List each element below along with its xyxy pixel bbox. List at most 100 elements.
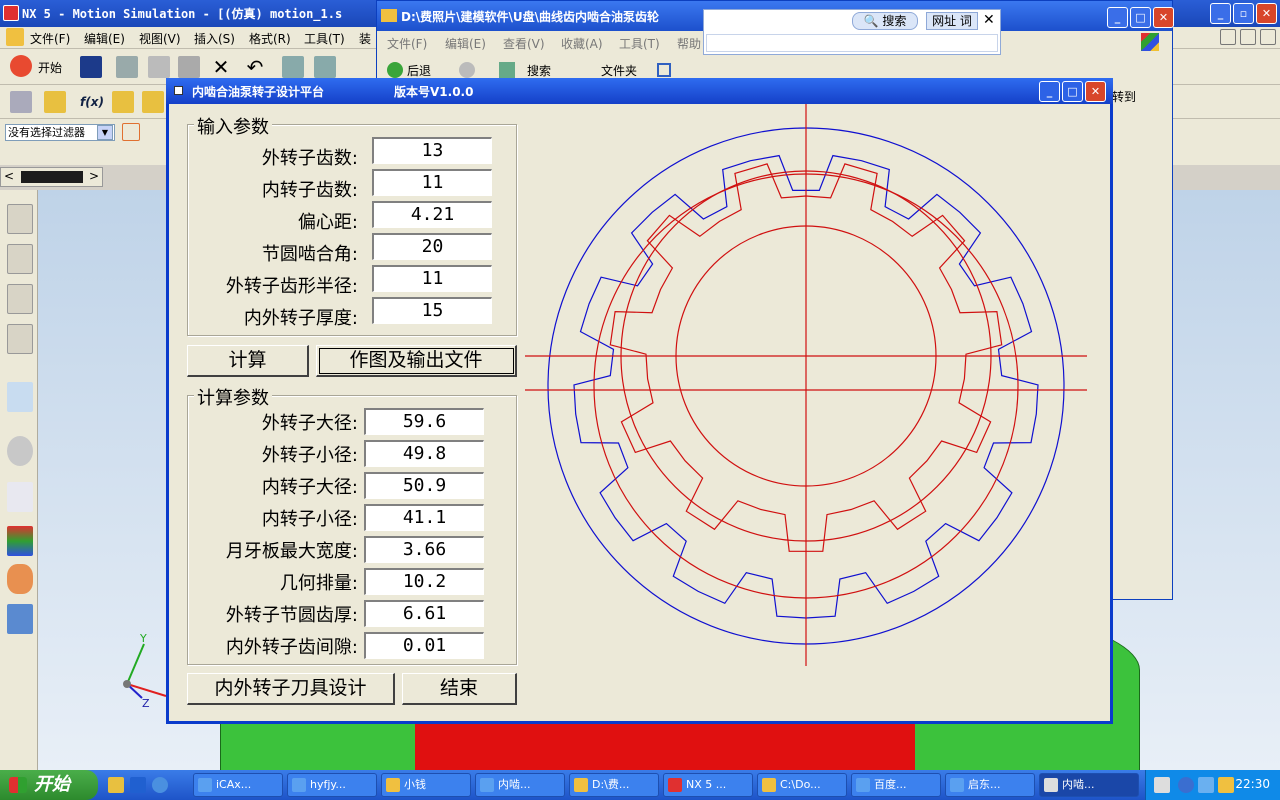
ruler-icon[interactable]	[112, 91, 134, 113]
paste-icon[interactable]	[178, 56, 200, 78]
nx-doc-restore-icon[interactable]	[1240, 29, 1256, 45]
assembly-navigator-icon[interactable]	[7, 244, 33, 274]
explorer-menu-tools[interactable]: 工具(T)	[619, 35, 660, 52]
reuse-library-icon[interactable]	[7, 482, 33, 512]
nx-restore-button[interactable]: ▫	[1233, 3, 1254, 24]
task-neinie-ie[interactable]: 内啮...	[475, 773, 565, 797]
task-nx5[interactable]: NX 5 ...	[663, 773, 753, 797]
undo-icon[interactable]: ↶	[244, 56, 266, 78]
measure-icon[interactable]	[44, 91, 66, 113]
snap-point-icon[interactable]	[122, 123, 140, 141]
nx-menu-tools[interactable]: 工具(T)	[304, 30, 345, 47]
nx-menu-assembly[interactable]: 装	[359, 30, 371, 47]
input-label-thickness: 内外转子厚度:	[243, 308, 358, 329]
go-to-button[interactable]: 转到	[1112, 88, 1136, 105]
slider-thumb[interactable]	[21, 171, 83, 183]
nx-menu-edit[interactable]: 编辑(E)	[84, 30, 125, 47]
forward-icon[interactable]	[459, 62, 475, 78]
task-explorer-c[interactable]: C:\Do...	[757, 773, 847, 797]
chevron-left-icon[interactable]: <	[4, 169, 14, 183]
nx-start-label[interactable]: 开始	[38, 59, 62, 76]
task-icax[interactable]: iCAx...	[193, 773, 283, 797]
cut-icon[interactable]	[116, 56, 138, 78]
task-xiaoqian[interactable]: 小钱	[381, 773, 471, 797]
roles-icon[interactable]	[7, 564, 33, 594]
nx-doc-minimize-icon[interactable]	[1220, 29, 1236, 45]
nx-menu-insert[interactable]: 插入(S)	[194, 30, 235, 47]
nx-start-icon[interactable]	[10, 55, 32, 77]
web-browser-icon[interactable]	[7, 382, 33, 412]
cutter-design-button[interactable]: 内外转子刀具设计	[187, 673, 395, 705]
nx-menu-view[interactable]: 视图(V)	[139, 30, 181, 47]
network-icon[interactable]	[1198, 777, 1214, 793]
nx-close-button[interactable]: ✕	[1256, 3, 1277, 24]
chevron-left-icon[interactable]	[1178, 777, 1194, 793]
output-label-displacement: 几何排量:	[279, 573, 358, 594]
task-rotor-dialog[interactable]: 内啮...	[1039, 773, 1139, 797]
dialog-titlebar: 内啮合油泵转子设计平台 版本号V1.0.0 _ □ ✕	[166, 78, 1113, 104]
views-icon[interactable]	[657, 63, 671, 77]
chevron-down-icon[interactable]: ▼	[97, 125, 113, 140]
part-navigator-icon[interactable]	[7, 324, 33, 354]
dialog-maximize-button[interactable]: □	[1062, 81, 1083, 102]
copy-icon[interactable]	[148, 56, 170, 78]
popup-url-button[interactable]: 网址 词	[926, 12, 978, 30]
tooth-radius-input[interactable]: 11	[372, 265, 492, 292]
delete-icon[interactable]: ✕	[210, 56, 232, 78]
nx-doc-close-icon[interactable]	[1260, 29, 1276, 45]
explorer-menu-help[interactable]: 帮助	[677, 35, 701, 52]
print-icon[interactable]	[10, 91, 32, 113]
folders-button[interactable]: 文件夹	[601, 62, 637, 79]
task-qidong[interactable]: 启东...	[945, 773, 1035, 797]
tooth-clearance-field: 0.01	[364, 632, 484, 659]
expression-icon[interactable]: f(x)	[80, 91, 104, 113]
nx-menu-file[interactable]: 文件(F)	[30, 30, 70, 47]
save-icon[interactable]	[80, 56, 102, 78]
search-button[interactable]: 搜索	[527, 62, 551, 79]
task-explorer-d[interactable]: D:\费...	[569, 773, 659, 797]
dialog-minimize-button[interactable]: _	[1039, 81, 1060, 102]
history-icon[interactable]	[7, 436, 33, 466]
color-palette-icon[interactable]	[7, 526, 33, 556]
thickness-input[interactable]: 15	[372, 297, 492, 324]
motion-navigator-icon[interactable]	[7, 204, 33, 234]
back-button[interactable]: 后退	[407, 62, 431, 79]
draw-and-export-button[interactable]: 作图及输出文件	[316, 345, 517, 377]
pressure-angle-input[interactable]: 20	[372, 233, 492, 260]
quicklaunch-app-icon[interactable]	[108, 777, 124, 793]
end-button[interactable]: 结束	[402, 673, 517, 705]
popup-search-input[interactable]	[706, 34, 998, 52]
quicklaunch-anchor-icon[interactable]	[130, 777, 146, 793]
up-folder-icon[interactable]	[499, 62, 515, 78]
volume-icon[interactable]	[1218, 777, 1234, 793]
calculate-button[interactable]: 计算	[187, 345, 309, 377]
explorer-menu-edit[interactable]: 编辑(E)	[445, 35, 486, 52]
system-scene-icon[interactable]	[7, 604, 33, 634]
eccentricity-input[interactable]: 4.21	[372, 201, 492, 228]
outer-teeth-input[interactable]: 13	[372, 137, 492, 164]
keyboard-icon[interactable]	[1154, 777, 1170, 793]
protractor-icon[interactable]	[142, 91, 164, 113]
popup-search-button[interactable]: 🔍 搜索	[852, 12, 918, 30]
nx-menu-format[interactable]: 格式(R)	[249, 30, 291, 47]
nx-minimize-button[interactable]: _	[1210, 3, 1231, 24]
explorer-maximize-button[interactable]: □	[1130, 7, 1151, 28]
nx-scroll-slider[interactable]: < >	[0, 167, 103, 187]
filter-icon[interactable]	[314, 56, 336, 78]
explorer-minimize-button[interactable]: _	[1107, 7, 1128, 28]
inner-teeth-input[interactable]: 11	[372, 169, 492, 196]
task-hyfjy[interactable]: hyfjy...	[287, 773, 377, 797]
constraint-navigator-icon[interactable]	[7, 284, 33, 314]
explorer-menu-file[interactable]: 文件(F)	[387, 35, 427, 52]
explorer-menu-view[interactable]: 查看(V)	[503, 35, 545, 52]
start-button[interactable]: 开始	[0, 770, 98, 800]
explorer-close-button[interactable]: ✕	[1153, 7, 1174, 28]
select-icon[interactable]	[282, 56, 304, 78]
quicklaunch-ie-icon[interactable]	[152, 777, 168, 793]
back-icon[interactable]	[387, 62, 403, 78]
explorer-menu-favorites[interactable]: 收藏(A)	[561, 35, 603, 52]
close-icon[interactable]: ✕	[983, 12, 995, 28]
dialog-close-button[interactable]: ✕	[1085, 81, 1106, 102]
chevron-right-icon[interactable]: >	[89, 169, 99, 183]
task-baidu[interactable]: 百度...	[851, 773, 941, 797]
